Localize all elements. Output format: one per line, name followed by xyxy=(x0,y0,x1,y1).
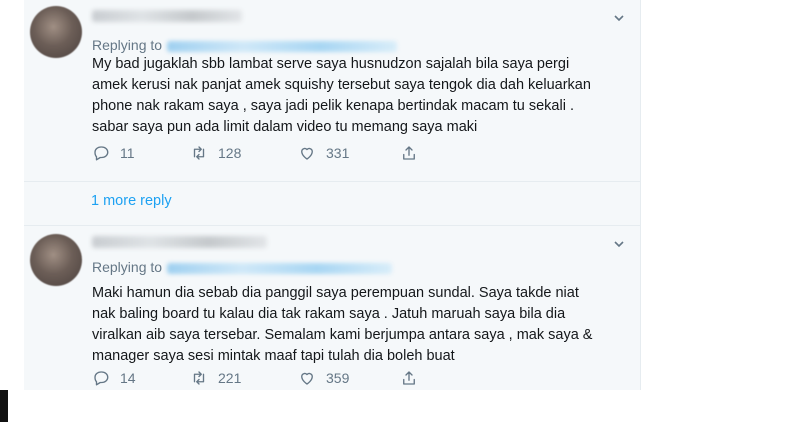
share-button[interactable] xyxy=(400,144,418,162)
replying-to-label: Replying to xyxy=(92,37,163,53)
share-icon xyxy=(403,146,415,160)
retweet-icon xyxy=(193,371,205,385)
tweet-text-line: Maki hamun dia sebab dia panggil saya pe… xyxy=(92,285,579,301)
avatar[interactable] xyxy=(30,234,82,286)
author-name-redacted xyxy=(92,236,267,248)
tweet-text-line: manager saya sesi mintak maaf tapi tulah… xyxy=(92,348,455,364)
like-button[interactable]: 359 xyxy=(298,369,349,387)
like-icon xyxy=(301,147,313,160)
reply-handle-redacted[interactable] xyxy=(167,40,398,52)
tweet-text-line: phone nak rakam saya , saya jadi pelik k… xyxy=(92,98,574,114)
avatar[interactable] xyxy=(30,6,82,58)
retweet-button[interactable]: 221 xyxy=(190,369,241,387)
chevron-down-icon[interactable] xyxy=(609,238,629,258)
replying-to: Replying to xyxy=(92,259,393,275)
replying-to-label: Replying to xyxy=(92,259,163,275)
tweet-text-line: sabar saya pun ada limit dalam video tu … xyxy=(92,119,478,135)
tweet-text: Maki hamun dia sebab dia panggil saya pe… xyxy=(92,283,632,367)
tweet-text: My bad jugaklah sbb lambat serve saya hu… xyxy=(92,54,632,138)
reply-icon xyxy=(94,371,109,386)
replying-to: Replying to xyxy=(92,37,398,53)
author-name-redacted xyxy=(92,10,242,22)
tweet-text-line: nak baling board tu kalau dia tak rakam … xyxy=(92,306,566,322)
right-margin xyxy=(640,0,798,422)
reply-count: 11 xyxy=(120,145,135,161)
reply-button[interactable]: 14 xyxy=(92,369,136,387)
tweet-actions: 11 128 331 xyxy=(92,144,432,166)
more-replies-row[interactable]: 1 more reply xyxy=(24,181,640,226)
more-replies-link[interactable]: 1 more reply xyxy=(91,193,172,209)
retweet-button[interactable]: 128 xyxy=(190,144,241,162)
chevron-down-icon[interactable] xyxy=(609,12,629,32)
tweet-text-line: My bad jugaklah sbb lambat serve saya hu… xyxy=(92,56,570,72)
reply-count: 14 xyxy=(120,370,136,386)
share-icon xyxy=(403,371,415,385)
like-button[interactable]: 331 xyxy=(298,144,349,162)
reply-icon xyxy=(94,146,109,161)
reply-tweet[interactable]: Replying to My bad jugaklah sbb lambat s… xyxy=(24,0,640,180)
reply-button[interactable]: 11 xyxy=(92,144,135,162)
retweet-icon xyxy=(193,146,205,160)
window-edge xyxy=(0,390,8,422)
retweet-count: 221 xyxy=(218,370,242,386)
tweet-text-line: viralkan aib saya tersebar. Semalam kami… xyxy=(92,327,593,343)
like-count: 331 xyxy=(326,145,350,161)
like-icon xyxy=(301,372,313,385)
share-button[interactable] xyxy=(400,369,418,387)
reply-tweet[interactable]: Replying to Maki hamun dia sebab dia pan… xyxy=(24,225,640,391)
tweet-text-line: amek kerusi nak panjat amek squishy ters… xyxy=(92,77,591,93)
like-count: 359 xyxy=(326,370,350,386)
retweet-count: 128 xyxy=(218,145,242,161)
tweet-actions: 14 221 359 xyxy=(92,369,432,391)
left-margin xyxy=(0,0,24,422)
reply-handle-redacted[interactable] xyxy=(167,262,393,274)
